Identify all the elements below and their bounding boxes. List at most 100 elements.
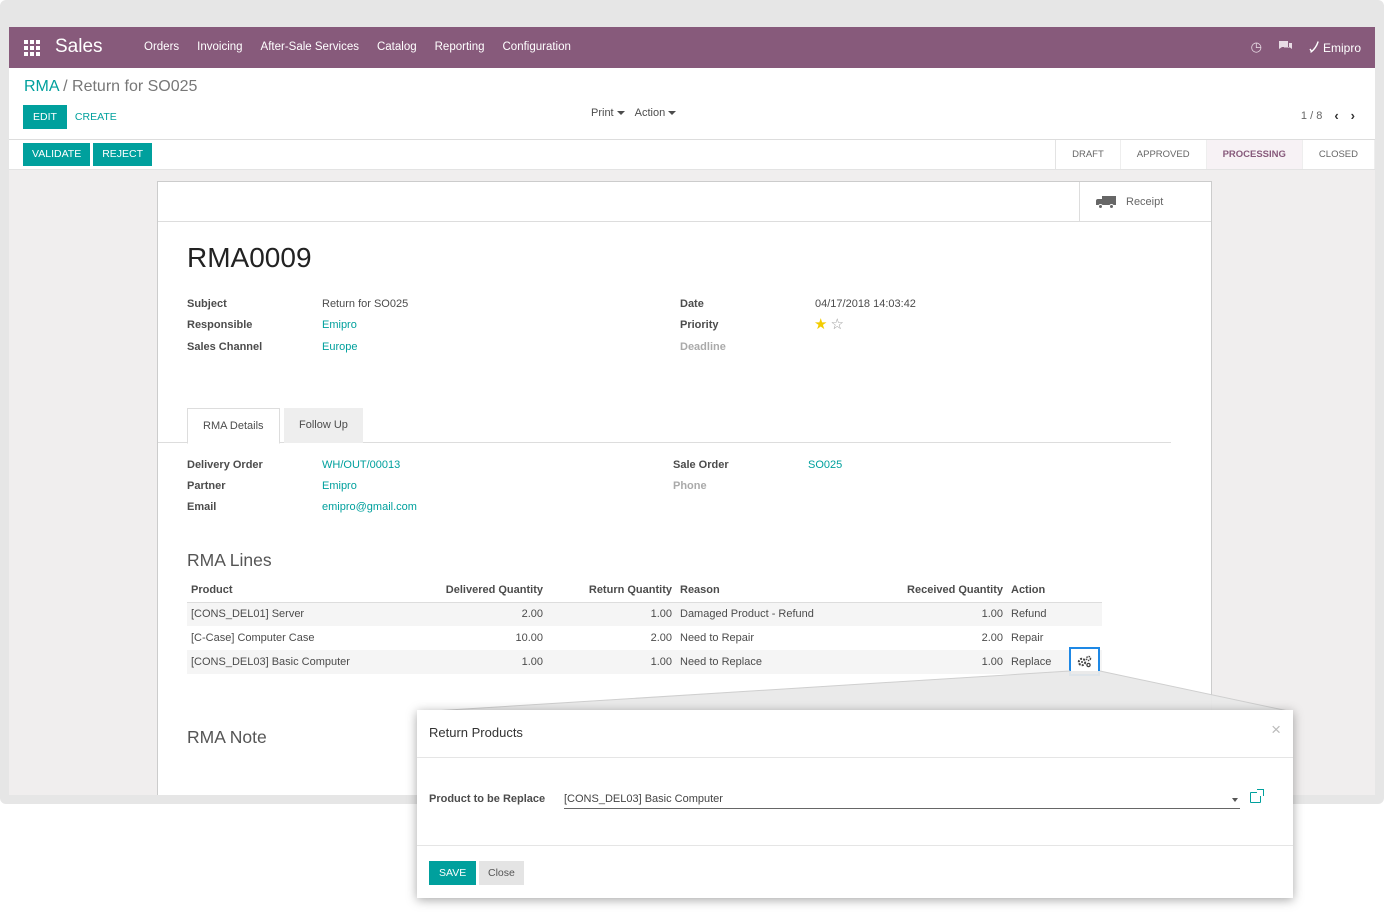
chevron-left-icon[interactable]: ‹ — [1334, 108, 1338, 123]
cell-received-qty: 2.00 — [981, 632, 1003, 644]
table-row[interactable]: [C-Case] Computer Case 10.00 2.00 Need t… — [187, 626, 1102, 650]
menu-configuration[interactable]: Configuration — [494, 27, 580, 68]
chevron-right-icon[interactable]: › — [1351, 108, 1355, 123]
action-label: Action — [634, 107, 666, 119]
deadline-label: Deadline — [680, 341, 726, 353]
replace-gear-button[interactable] — [1069, 647, 1100, 676]
breadcrumb-separator: / — [63, 78, 68, 95]
action-dropdown[interactable]: Action — [635, 107, 677, 119]
reject-button[interactable]: Reject — [93, 143, 153, 166]
close-button[interactable]: Close — [479, 861, 524, 885]
top-menu: Orders Invoicing After-Sale Services Cat… — [135, 27, 580, 68]
phone-icon — [1309, 40, 1319, 53]
dialog-title: Return Products — [429, 725, 523, 740]
col-received-qty[interactable]: Received Quantity — [876, 578, 1007, 603]
validate-button[interactable]: Validate — [23, 143, 91, 166]
cell-product: [CONS_DEL03] Basic Computer — [187, 650, 439, 674]
pager-value[interactable]: 1 / 8 — [1301, 110, 1322, 122]
cell-delivered-qty: 2.00 — [439, 602, 547, 626]
table-header-row: Product Delivered Quantity Return Quanti… — [187, 578, 1102, 603]
priority-label: Priority — [680, 319, 719, 331]
dropdown-caret-icon[interactable] — [1232, 798, 1238, 802]
col-delivered-qty[interactable]: Delivered Quantity — [439, 578, 547, 603]
app-screen: Sales Orders Invoicing After-Sale Servic… — [9, 27, 1375, 795]
return-products-dialog: Return Products × Product to be Replace … — [417, 710, 1293, 898]
tab-rma-details[interactable]: RMA Details — [187, 408, 280, 444]
table-row[interactable]: [CONS_DEL03] Basic Computer 1.00 1.00 Ne… — [187, 650, 1102, 674]
date-value: 04/17/2018 14:03:42 — [815, 298, 916, 310]
col-return-qty[interactable]: Return Quantity — [547, 578, 676, 603]
button-box: Receipt — [158, 182, 1211, 222]
col-reason[interactable]: Reason — [676, 578, 876, 603]
subject-value: Return for SO025 — [322, 298, 409, 310]
email-label: Email — [187, 501, 217, 513]
receipt-smart-button[interactable]: Receipt — [1079, 182, 1211, 222]
table-row[interactable]: [CONS_DEL01] Server 2.00 1.00 Damaged Pr… — [187, 602, 1102, 626]
external-link-icon[interactable] — [1250, 789, 1264, 803]
cell-return-qty: 1.00 — [547, 650, 676, 674]
stage-closed[interactable]: Closed — [1303, 140, 1375, 169]
sales-channel-label: Sales Channel — [187, 341, 263, 353]
apps-grid-icon[interactable] — [24, 40, 40, 56]
star-empty-icon[interactable]: ☆ — [830, 317, 843, 332]
product-to-replace-input[interactable]: [CONS_DEL03] Basic Computer — [564, 790, 1240, 809]
partner-label: Partner — [187, 480, 226, 492]
rma-note-title: RMA Note — [187, 727, 267, 747]
email-value[interactable]: emipro@gmail.com — [322, 501, 417, 513]
stage-approved[interactable]: Approved — [1121, 140, 1207, 169]
col-product[interactable]: Product — [187, 578, 439, 603]
control-panel: RMA / Return for SO025 Edit Create Print… — [9, 68, 1375, 140]
print-label: Print — [591, 107, 614, 119]
stage-processing[interactable]: Processing — [1206, 140, 1303, 169]
sidebar-actions: Print Action — [591, 107, 677, 119]
app-brand: Sales — [55, 36, 103, 57]
stage-pipeline: Draft Approved Processing Closed — [1055, 140, 1375, 169]
notebook-tabs: RMA Details Follow Up — [158, 408, 1171, 444]
main-navbar: Sales Orders Invoicing After-Sale Servic… — [9, 27, 1375, 68]
sale-order-value[interactable]: SO025 — [808, 459, 842, 471]
edit-button[interactable]: Edit — [23, 105, 67, 129]
delivery-order-value[interactable]: WH/OUT/00013 — [322, 459, 400, 471]
cell-return-qty: 2.00 — [650, 632, 672, 644]
menu-invoicing[interactable]: Invoicing — [188, 27, 251, 68]
sales-channel-value[interactable]: Europe — [322, 341, 357, 353]
cell-product: [CONS_DEL01] Server — [187, 602, 439, 626]
breadcrumb-parent[interactable]: RMA — [24, 78, 59, 95]
dialog-footer: Save Close — [417, 845, 1293, 898]
cell-reason: Need to Replace — [676, 650, 876, 674]
print-dropdown[interactable]: Print — [591, 107, 625, 119]
menu-catalog[interactable]: Catalog — [368, 27, 426, 68]
responsible-value[interactable]: Emipro — [322, 319, 357, 331]
menu-after-sale-services[interactable]: After-Sale Services — [252, 27, 368, 68]
menu-orders[interactable]: Orders — [135, 27, 188, 68]
receipt-label: Receipt — [1126, 196, 1164, 208]
close-icon[interactable]: × — [1271, 720, 1281, 740]
phone-label: Phone — [673, 480, 707, 492]
pager: 1 / 8 ‹ › — [1301, 108, 1355, 123]
responsible-label: Responsible — [187, 319, 253, 331]
delivery-order-label: Delivery Order — [187, 459, 263, 471]
create-button[interactable]: Create — [67, 105, 125, 129]
save-button[interactable]: Save — [429, 861, 477, 885]
cell-return-qty: 1.00 — [547, 602, 676, 626]
truck-icon — [1096, 195, 1116, 209]
user-menu[interactable]: Emipro — [1309, 41, 1361, 55]
star-filled-icon[interactable]: ★ — [814, 317, 827, 332]
date-label: Date — [680, 298, 704, 310]
rma-lines-title: RMA Lines — [187, 550, 272, 570]
dialog-header: Return Products × — [417, 710, 1293, 758]
breadcrumb-current: Return for SO025 — [72, 78, 198, 95]
record-title: RMA0009 — [187, 242, 312, 273]
user-name: Emipro — [1322, 40, 1361, 55]
menu-reporting[interactable]: Reporting — [426, 27, 494, 68]
partner-value[interactable]: Emipro — [322, 480, 357, 492]
stage-draft[interactable]: Draft — [1056, 140, 1121, 169]
tab-follow-up[interactable]: Follow Up — [284, 408, 363, 443]
form-buttons: Edit Create — [23, 105, 125, 129]
col-action[interactable]: Action — [1007, 578, 1102, 603]
chat-icon[interactable] — [1278, 40, 1293, 56]
product-to-replace-label: Product to be Replace — [429, 793, 546, 805]
clock-icon[interactable]: ◷ — [1251, 40, 1262, 55]
caret-down-icon — [668, 111, 677, 116]
subject-label: Subject — [187, 298, 227, 310]
